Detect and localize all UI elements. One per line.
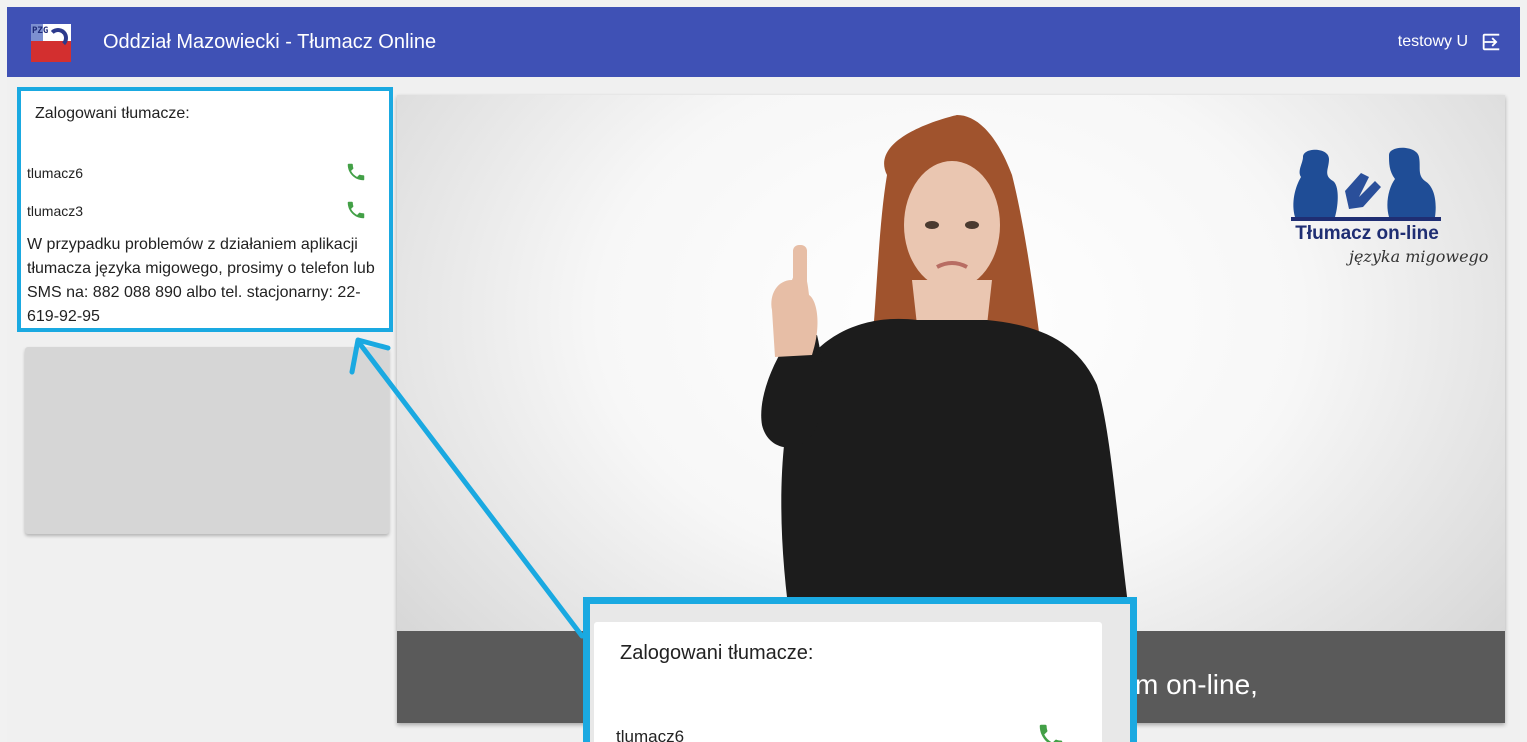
interpreters-heading: Zalogowani tłumacze: xyxy=(35,105,190,122)
app-logo: PZG xyxy=(31,24,71,62)
interpreter-row[interactable]: tlumacz6 xyxy=(27,161,367,185)
ear-icon xyxy=(48,28,68,48)
phone-icon[interactable] xyxy=(345,199,367,221)
zoom-interpreter-name: tlumacz6 xyxy=(616,727,685,742)
video-caption: m on-line, xyxy=(1135,669,1258,700)
brand-name: Tłumacz on-line xyxy=(1295,223,1439,244)
page-title: Oddział Mazowiecki - Tłumacz Online xyxy=(103,31,437,53)
logout-icon[interactable] xyxy=(1480,31,1502,53)
zoom-heading: Zalogowani tłumacze: xyxy=(620,642,814,664)
brand-logo-icon xyxy=(1291,147,1441,221)
brand-logo: Tłumacz on-line języka migowego xyxy=(1289,147,1489,287)
user-name[interactable]: testowy U xyxy=(1398,7,1468,77)
interpreter-name: tlumacz3 xyxy=(27,203,84,219)
brand-subtitle: języka migowego xyxy=(1349,247,1489,266)
interpreter-name: tlumacz6 xyxy=(27,165,84,181)
top-bar: PZG Oddział Mazowiecki - Tłumacz Online … xyxy=(7,7,1520,77)
interpreters-panel: Zalogowani tłumacze: tlumacz6 tlumacz3 W… xyxy=(17,87,393,332)
support-info: W przypadku problemów z działaniem aplik… xyxy=(27,236,375,325)
local-video-placeholder xyxy=(25,347,389,534)
logo-text: PZG xyxy=(32,26,49,36)
app-window: PZG Oddział Mazowiecki - Tłumacz Online … xyxy=(7,7,1520,742)
zoom-callout: Zalogowani tłumacze: tlumacz6 xyxy=(583,597,1137,742)
interpreter-row[interactable]: tlumacz3 xyxy=(27,199,367,223)
phone-icon[interactable] xyxy=(1036,721,1066,742)
phone-icon[interactable] xyxy=(345,161,367,183)
